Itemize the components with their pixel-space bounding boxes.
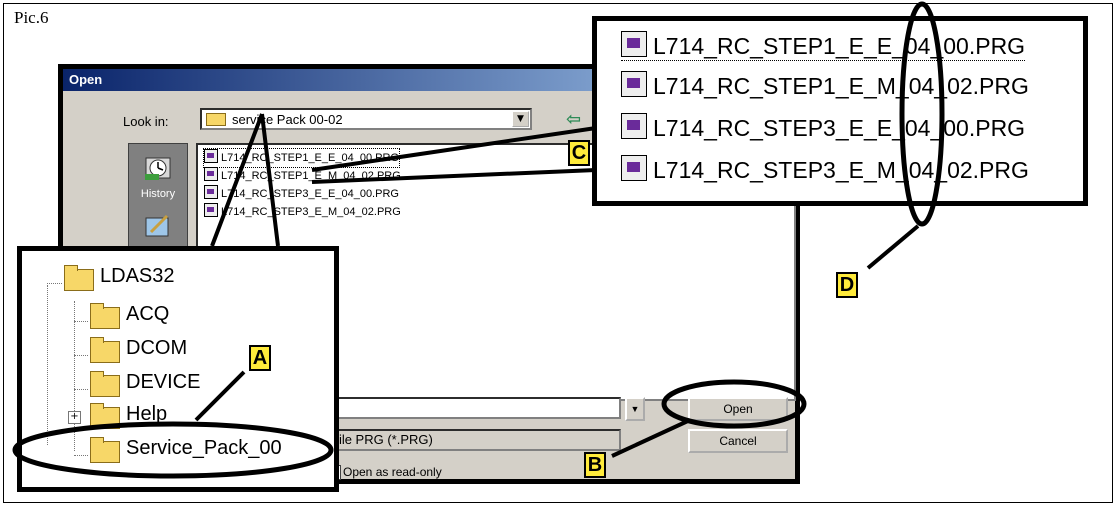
folder-icon (206, 113, 226, 126)
prg-file-icon (204, 149, 218, 163)
zoom-file-item: L714_RC_STEP3_E_E_04_00.PRG (621, 113, 1025, 142)
marker-b: B (584, 452, 606, 478)
readonly-label: Open as read-only (343, 465, 442, 479)
open-button[interactable]: Open (688, 397, 788, 421)
list-item[interactable]: L714_RC_STEP3_E_M_04_02.PRG (204, 203, 401, 221)
prg-file-icon (204, 167, 218, 181)
zoom-file-item: L714_RC_STEP1_E_E_04_00.PRG (621, 31, 1026, 61)
marker-a: A (249, 345, 271, 371)
prg-file-icon (621, 155, 647, 181)
prg-file-icon (621, 31, 647, 57)
chevron-down-icon[interactable]: ▼ (512, 111, 529, 127)
folder-tree-callout: LDAS32 ACQ DCOM DEVICE + Help Service_Pa… (17, 246, 339, 492)
prg-file-icon (204, 185, 218, 199)
zoom-file-item: L714_RC_STEP3_E_M_04_02.PRG (621, 155, 1029, 184)
folder-icon (90, 437, 120, 463)
folder-icon (90, 337, 120, 363)
folder-icon (90, 403, 120, 429)
folder-icon (64, 265, 94, 291)
look-in-label: Look in: (123, 114, 169, 129)
marker-d: D (836, 272, 858, 298)
file-names-zoom-callout: L714_RC_STEP1_E_E_04_00.PRG L714_RC_STEP… (592, 16, 1088, 206)
places-history-label: History (140, 188, 176, 200)
desktop-icon[interactable] (143, 212, 173, 240)
history-icon[interactable] (143, 154, 173, 182)
file-type-select[interactable]: File PRG (*.PRG) (325, 429, 621, 451)
list-item[interactable]: L714_RC_STEP3_E_E_04_00.PRG (204, 185, 399, 203)
zoom-file-item: L714_RC_STEP1_E_M_04_02.PRG (621, 71, 1029, 100)
prg-file-icon (204, 203, 218, 217)
prg-file-icon (621, 71, 647, 97)
expand-plus-icon[interactable]: + (68, 411, 81, 424)
cancel-button[interactable]: Cancel (688, 429, 788, 453)
chevron-down-icon[interactable]: ▼ (625, 397, 645, 421)
figure-caption: Pic.6 (14, 8, 49, 27)
marker-c: C (568, 140, 590, 166)
file-name-input[interactable] (325, 397, 621, 419)
list-item[interactable]: L714_RC_STEP1_E_M_04_02.PRG (204, 167, 401, 185)
look-in-dropdown[interactable]: service Pack 00-02 ▼ (200, 108, 532, 130)
prg-file-icon (621, 113, 647, 139)
folder-icon (90, 371, 120, 397)
folder-icon (90, 303, 120, 329)
look-in-value: service Pack 00-02 (232, 112, 343, 127)
list-item[interactable]: L714_RC_STEP1_E_E_04_00.PRG (203, 148, 400, 168)
back-arrow-icon[interactable]: ⇦ (566, 109, 581, 130)
dialog-title: Open (69, 72, 103, 87)
